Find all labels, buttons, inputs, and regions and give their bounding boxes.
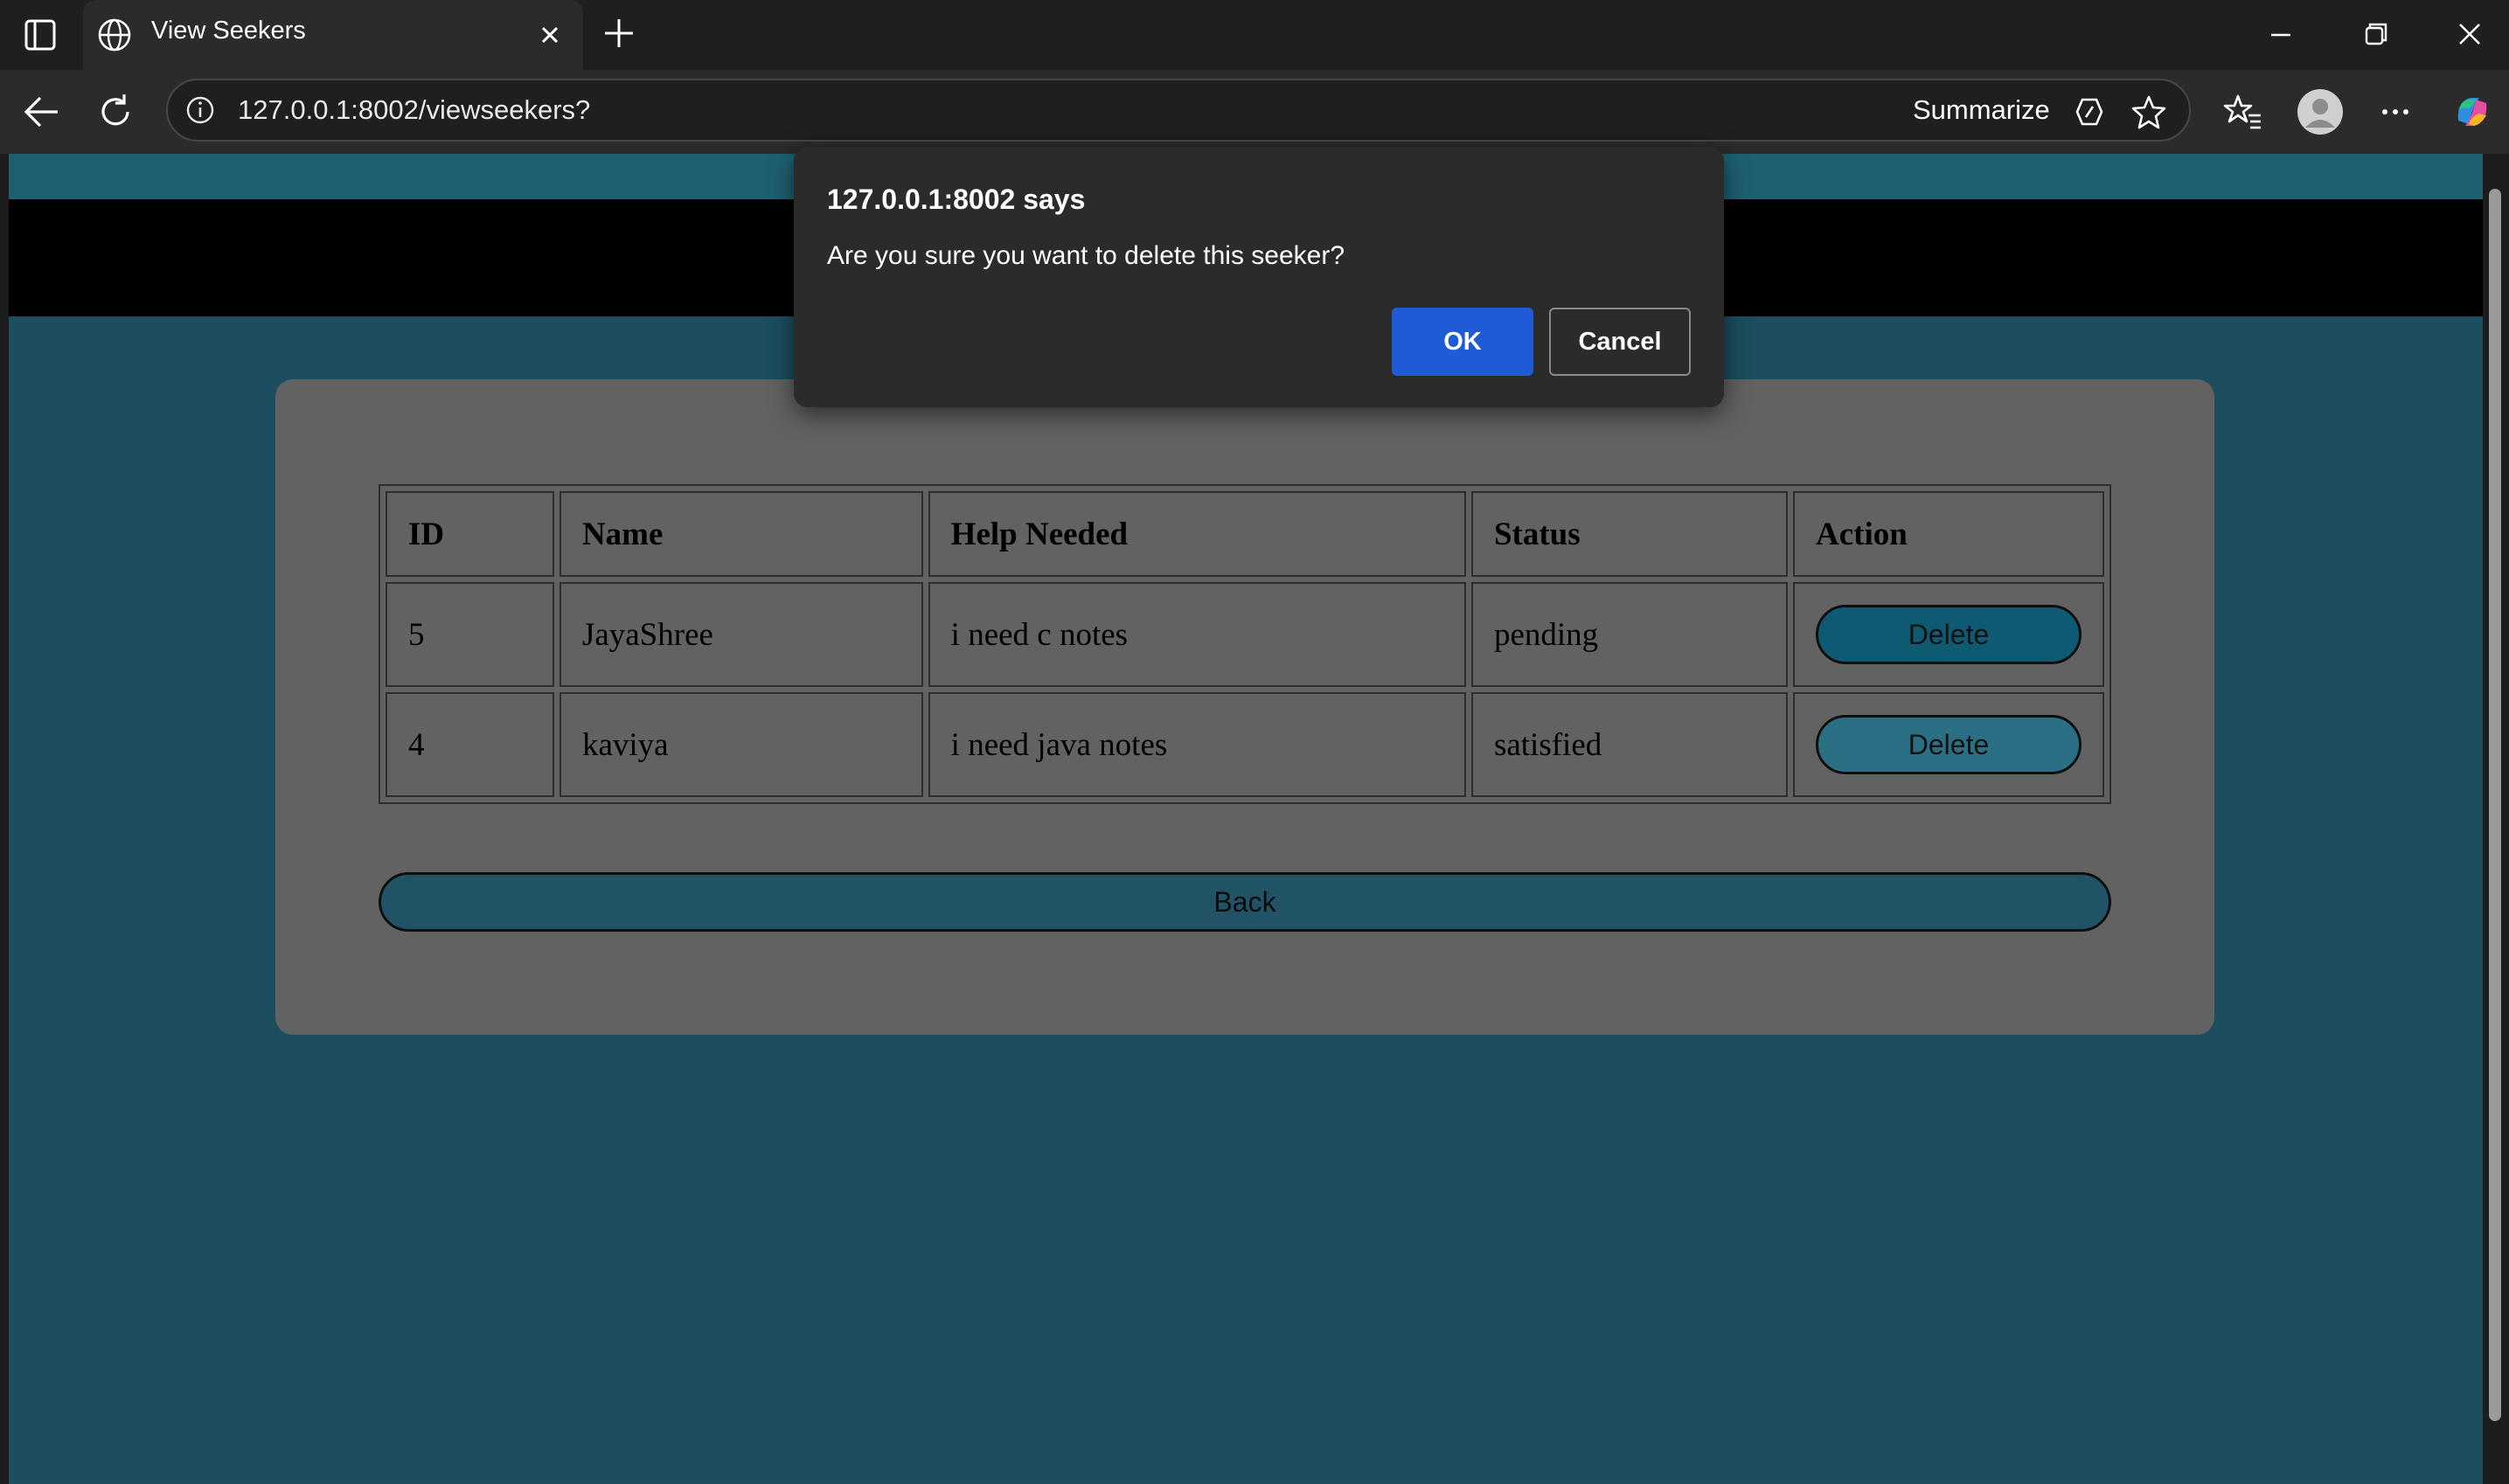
refresh-icon[interactable] [94, 91, 136, 133]
back-button[interactable]: Back [379, 872, 2111, 932]
cancel-button[interactable]: Cancel [1549, 308, 1691, 376]
delete-button[interactable]: Delete [1816, 605, 2082, 664]
star-icon[interactable] [2130, 93, 2168, 131]
dialog-message: Are you sure you want to delete this see… [827, 241, 1345, 270]
cell-help-needed: i need c notes [928, 582, 1466, 687]
globe-icon [95, 16, 134, 54]
tab-actions-icon[interactable] [21, 16, 61, 54]
window-close-icon[interactable] [2448, 16, 2492, 54]
confirm-dialog: 127.0.0.1:8002 says Are you sure you wan… [794, 147, 1724, 407]
cell-help-needed: i need java notes [928, 692, 1466, 797]
table-row: 4 kaviya i need java notes satisfied Del… [386, 692, 2104, 797]
cell-action: Delete [1793, 692, 2104, 797]
cell-name: JayaShree [559, 582, 923, 687]
minimize-icon[interactable] [2259, 16, 2303, 54]
cell-name: kaviya [559, 692, 923, 797]
cell-action: Delete [1793, 582, 2104, 687]
seekers-table: ID Name Help Needed Status Action 5 Jaya… [379, 484, 2111, 804]
column-header-id: ID [386, 491, 554, 577]
cell-id: 4 [386, 692, 554, 797]
column-header-status: Status [1470, 491, 1788, 577]
browser-tab[interactable]: View Seekers [83, 0, 583, 70]
address-bar[interactable]: 127.0.0.1:8002/viewseekers? Summarize [166, 79, 2191, 142]
close-icon[interactable] [531, 16, 569, 54]
browser-toolbar: 127.0.0.1:8002/viewseekers? Summarize [0, 70, 2509, 154]
url-text[interactable]: 127.0.0.1:8002/viewseekers? [238, 94, 590, 126]
seekers-card: ID Name Help Needed Status Action 5 Jaya… [275, 379, 2214, 1035]
column-header-name: Name [559, 491, 923, 577]
cell-status: pending [1470, 582, 1788, 687]
more-icon[interactable] [2373, 89, 2418, 135]
cell-id: 5 [386, 582, 554, 687]
favorites-icon[interactable] [2221, 89, 2266, 135]
table-header-row: ID Name Help Needed Status Action [386, 491, 2104, 577]
scrollbar-thumb[interactable] [2489, 189, 2501, 1421]
restore-icon[interactable] [2353, 16, 2397, 54]
delete-button[interactable]: Delete [1816, 715, 2082, 774]
cell-status: satisfied [1470, 692, 1788, 797]
column-header-help-needed: Help Needed [928, 491, 1466, 577]
summarize-icon[interactable] [2070, 93, 2109, 131]
copilot-icon[interactable] [2450, 89, 2495, 135]
table-row: 5 JayaShree i need c notes pending Delet… [386, 582, 2104, 687]
plus-icon[interactable] [600, 14, 638, 52]
tab-title: View Seekers [151, 17, 306, 45]
info-icon[interactable] [184, 94, 217, 127]
summarize-button[interactable]: Summarize [1913, 94, 2050, 126]
back-arrow-icon[interactable] [21, 91, 63, 133]
column-header-action: Action [1793, 491, 2104, 577]
dialog-title: 127.0.0.1:8002 says [827, 184, 1086, 215]
ok-button[interactable]: OK [1392, 308, 1533, 376]
profile-icon[interactable] [2297, 89, 2343, 135]
title-bar: View Seekers [0, 0, 2509, 70]
page-scrollbar[interactable] [2483, 154, 2509, 1484]
